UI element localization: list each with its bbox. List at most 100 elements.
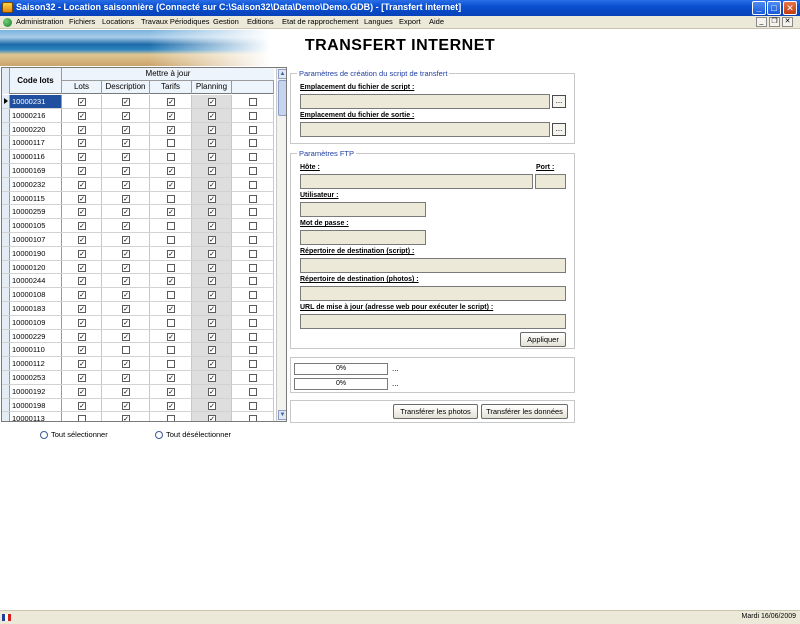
row-indicator[interactable] [2, 232, 10, 246]
checkbox[interactable] [249, 277, 257, 286]
checkbox[interactable] [249, 263, 257, 272]
checkbox[interactable]: ✓ [122, 291, 130, 300]
row-indicator[interactable] [2, 150, 10, 163]
checkbox[interactable]: ✓ [78, 304, 86, 313]
menu-export[interactable]: Export [399, 17, 421, 26]
checkbox[interactable] [167, 194, 175, 203]
checkbox[interactable]: ✓ [78, 139, 86, 148]
checkbox[interactable]: ✓ [78, 235, 86, 244]
code-lot-cell[interactable]: 10000190 [10, 246, 62, 260]
menu-etat-rapprochement[interactable]: Etat de rapprochement [282, 17, 358, 26]
row-indicator[interactable] [2, 343, 10, 357]
checkbox[interactable] [249, 304, 257, 313]
table-row[interactable]: 10000253 ✓ ✓ ✓ ✓ [2, 370, 274, 385]
checkbox[interactable] [249, 222, 257, 231]
menu-aide[interactable]: Aide [429, 17, 444, 26]
checkbox[interactable]: ✓ [208, 153, 216, 162]
table-row[interactable]: 10000107 ✓ ✓ ✓ [2, 232, 274, 247]
lots-grid[interactable]: Code lots Mettre à jour Lots Description… [1, 67, 287, 422]
code-lot-cell[interactable]: 10000231 [10, 95, 62, 108]
checkbox[interactable]: ✓ [78, 277, 86, 286]
code-lot-cell[interactable]: 10000109 [10, 315, 62, 329]
row-indicator[interactable] [2, 122, 10, 136]
checkbox[interactable]: ✓ [208, 263, 216, 272]
checkbox[interactable] [249, 346, 257, 355]
row-indicator[interactable] [2, 384, 10, 398]
table-row[interactable]: 10000190 ✓ ✓ ✓ ✓ [2, 246, 274, 261]
menu-gestion[interactable]: Gestion [213, 17, 239, 26]
table-row[interactable]: 10000244 ✓ ✓ ✓ ✓ [2, 274, 274, 289]
checkbox[interactable]: ✓ [122, 387, 130, 396]
checkbox[interactable]: ✓ [208, 304, 216, 313]
checkbox[interactable] [249, 373, 257, 382]
planning-header[interactable]: Planning [192, 81, 232, 94]
checkbox[interactable]: ✓ [208, 166, 216, 175]
table-row[interactable]: 10000117 ✓ ✓ ✓ [2, 136, 274, 151]
table-row[interactable]: 10000109 ✓ ✓ ✓ [2, 315, 274, 330]
checkbox[interactable]: ✓ [78, 346, 86, 355]
table-row[interactable]: 10000115 ✓ ✓ ✓ [2, 191, 274, 206]
table-row[interactable]: 10000232 ✓ ✓ ✓ ✓ [2, 177, 274, 192]
code-lot-cell[interactable]: 10000113 [10, 412, 62, 421]
menu-editions[interactable]: Editions [247, 17, 274, 26]
script-location-field[interactable] [300, 94, 550, 109]
transfer-photos-button[interactable]: Transférer les photos [393, 404, 478, 419]
code-lot-cell[interactable]: 10000216 [10, 108, 62, 122]
checkbox[interactable] [249, 166, 257, 175]
checkbox[interactable]: ✓ [208, 373, 216, 382]
checkbox[interactable] [249, 98, 257, 106]
checkbox[interactable]: ✓ [122, 277, 130, 286]
checkbox[interactable]: ✓ [167, 304, 175, 313]
code-lot-cell[interactable]: 10000253 [10, 370, 62, 384]
checkbox[interactable]: ✓ [122, 360, 130, 369]
checkbox[interactable]: ✓ [78, 180, 86, 189]
menu-langues[interactable]: Langues [364, 17, 393, 26]
checkbox[interactable]: ✓ [122, 332, 130, 341]
checkbox[interactable]: ✓ [208, 291, 216, 300]
row-indicator[interactable] [2, 357, 10, 370]
checkbox[interactable]: ✓ [208, 318, 216, 327]
code-lot-cell[interactable]: 10000244 [10, 274, 62, 288]
row-indicator[interactable] [2, 136, 10, 150]
checkbox[interactable]: ✓ [78, 125, 86, 134]
table-row[interactable]: 10000169 ✓ ✓ ✓ ✓ [2, 163, 274, 178]
checkbox[interactable]: ✓ [208, 208, 216, 217]
checkbox[interactable]: ✓ [78, 318, 86, 327]
checkbox[interactable]: ✓ [167, 373, 175, 382]
checkbox[interactable]: ✓ [78, 387, 86, 396]
grid-scrollbar[interactable]: ▲ ▼ [276, 68, 286, 421]
checkbox[interactable]: ✓ [208, 360, 216, 369]
checkbox[interactable] [122, 346, 130, 355]
table-row[interactable]: 10000220 ✓ ✓ ✓ ✓ [2, 122, 274, 137]
transfer-data-button[interactable]: Transférer les données [481, 404, 568, 419]
checkbox[interactable]: ✓ [78, 111, 86, 120]
checkbox[interactable] [249, 360, 257, 369]
checkbox[interactable]: ✓ [78, 194, 86, 203]
row-indicator[interactable] [2, 108, 10, 122]
checkbox[interactable]: ✓ [208, 401, 216, 410]
table-row[interactable]: 10000120 ✓ ✓ ✓ [2, 260, 274, 275]
lots-header[interactable]: Lots [62, 81, 102, 94]
checkbox[interactable]: ✓ [167, 332, 175, 341]
table-row[interactable]: 10000198 ✓ ✓ ✓ ✓ [2, 398, 274, 413]
row-indicator[interactable] [2, 163, 10, 177]
checkbox[interactable]: ✓ [167, 166, 175, 175]
menu-fichiers[interactable]: Fichiers [69, 17, 95, 26]
checkbox[interactable] [167, 153, 175, 162]
url-field[interactable] [300, 314, 566, 329]
code-lot-cell[interactable]: 10000169 [10, 163, 62, 177]
checkbox[interactable] [249, 235, 257, 244]
checkbox[interactable]: ✓ [78, 249, 86, 258]
code-lots-header[interactable]: Code lots [10, 68, 62, 94]
checkbox[interactable]: ✓ [208, 387, 216, 396]
checkbox[interactable]: ✓ [122, 194, 130, 203]
code-lot-cell[interactable]: 10000105 [10, 219, 62, 232]
checkbox[interactable] [249, 291, 257, 300]
checkbox[interactable] [167, 291, 175, 300]
code-lot-cell[interactable]: 10000232 [10, 177, 62, 191]
checkbox[interactable]: ✓ [78, 401, 86, 410]
checkbox[interactable] [167, 222, 175, 231]
checkbox[interactable]: ✓ [78, 263, 86, 272]
table-row[interactable]: 10000229 ✓ ✓ ✓ ✓ [2, 329, 274, 344]
checkbox[interactable]: ✓ [78, 98, 86, 106]
